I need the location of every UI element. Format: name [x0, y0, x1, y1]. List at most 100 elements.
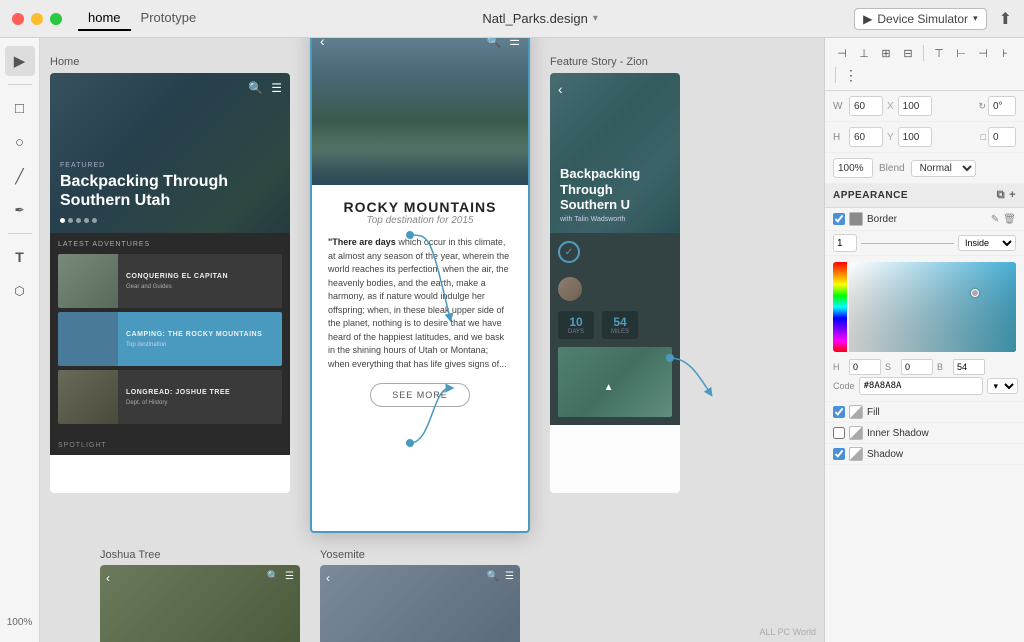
- dist-icon-3[interactable]: ⊣: [974, 44, 992, 62]
- copy-appearance-button[interactable]: ⧉: [997, 189, 1005, 202]
- hex-input[interactable]: [859, 377, 983, 395]
- latest-adventures-label: LATEST ADVENTURES: [58, 241, 282, 248]
- avatar: [558, 277, 582, 301]
- hero-dots: [60, 218, 280, 223]
- bright-input[interactable]: [953, 359, 985, 375]
- color-spectrum[interactable]: [833, 262, 1016, 352]
- sat-input[interactable]: [901, 359, 933, 375]
- yosemite-artboard[interactable]: ‹ 🔍 ☰: [320, 565, 520, 642]
- blend-label: Blend: [879, 163, 905, 174]
- latest-nav: ‹ 🔍 ☰: [320, 38, 520, 49]
- adventure-item-2[interactable]: CAMPING: THE ROCKY MOUNTAINS Top destina…: [58, 312, 282, 366]
- color-format-select[interactable]: ▾: [987, 378, 1018, 394]
- inner-shadow-checkbox[interactable]: [833, 427, 845, 439]
- back-icon-yosemite[interactable]: ‹: [326, 571, 330, 585]
- adventure-info-2: CAMPING: THE ROCKY MOUNTAINS Top destina…: [118, 312, 282, 366]
- dot-4: [84, 218, 89, 223]
- back-icon[interactable]: ‹: [320, 38, 325, 49]
- tabs-area: home Prototype: [78, 6, 206, 31]
- hue-input[interactable]: [849, 359, 881, 375]
- search-icon-yosemite[interactable]: 🔍: [487, 571, 499, 585]
- adventure-item-1[interactable]: CONQUERING EL CAPITAN Gear and Guides: [58, 254, 282, 308]
- align-icon-2[interactable]: ⊥: [855, 44, 873, 62]
- shadow-row: Shadow: [825, 444, 1024, 465]
- zoom-label: 100%: [7, 617, 33, 634]
- thumb-2: [58, 312, 118, 366]
- canvas-area[interactable]: Home 🔍 ☰ FEATURED Backpacking Through So…: [40, 38, 824, 642]
- x-input[interactable]: [898, 96, 932, 116]
- rotation-input[interactable]: [988, 96, 1016, 116]
- select-tool[interactable]: ▶: [5, 46, 35, 76]
- opacity-input[interactable]: [833, 158, 873, 178]
- tab-design[interactable]: home: [78, 6, 131, 31]
- align-icon-1[interactable]: ⊣: [833, 44, 851, 62]
- tab-prototype[interactable]: Prototype: [131, 6, 207, 31]
- line-tool[interactable]: ╱: [5, 161, 35, 191]
- export-button[interactable]: ⬆: [999, 9, 1012, 29]
- menu-icon-joshua[interactable]: ☰: [285, 571, 294, 585]
- close-button[interactable]: [12, 13, 24, 25]
- fill-checkbox[interactable]: [833, 406, 845, 418]
- dot-3: [76, 218, 81, 223]
- border-checkbox[interactable]: [833, 213, 845, 225]
- device-simulator-button[interactable]: ▶ Device Simulator ▾: [854, 8, 986, 30]
- joshua-label: Joshua Tree: [100, 549, 161, 561]
- rotate-icon: ↻: [978, 101, 986, 112]
- joshua-artboard[interactable]: ‹ 🔍 ☰: [100, 565, 300, 642]
- width-input[interactable]: [849, 96, 883, 116]
- edit-border-icon[interactable]: ✎: [991, 214, 999, 225]
- search-icon[interactable]: 🔍: [248, 81, 263, 95]
- shape-tool[interactable]: ⬡: [5, 276, 35, 306]
- feature-artboard-frame[interactable]: ‹ Backpacking Through Southern U with Ta…: [550, 73, 680, 493]
- adventures-section: LATEST ADVENTURES CONQUERING EL CAPITAN …: [50, 233, 290, 436]
- rocky-title: ROCKY MOUNTAINS: [328, 199, 512, 215]
- inner-shadow-swatch[interactable]: [849, 426, 863, 440]
- latest-artboard-frame[interactable]: ‹ 🔍 ☰ ROCKY MOUNTAINS Top de: [310, 38, 530, 533]
- pen-tool[interactable]: ✒: [5, 195, 35, 225]
- align-icon-4[interactable]: ⊟: [899, 44, 917, 62]
- toolbar-sep-2: [835, 67, 836, 83]
- shadow-checkbox[interactable]: [833, 448, 845, 460]
- align-icon-3[interactable]: ⊞: [877, 44, 895, 62]
- height-input[interactable]: [849, 127, 883, 147]
- border-width-input[interactable]: [833, 234, 857, 252]
- menu-icon-yosemite[interactable]: ☰: [505, 571, 514, 585]
- circle-tool[interactable]: ○: [5, 127, 35, 157]
- add-appearance-button[interactable]: +: [1009, 189, 1016, 202]
- adv-title-1: CONQUERING EL CAPITAN: [126, 272, 274, 281]
- y-input[interactable]: [898, 127, 932, 147]
- home-label: Home: [50, 56, 79, 68]
- back-icon-joshua[interactable]: ‹: [106, 571, 110, 585]
- chevron-down-icon: ▾: [593, 13, 598, 24]
- border-type-select[interactable]: Inside Outside Center: [958, 235, 1016, 251]
- delete-border-icon[interactable]: 🗑: [1003, 214, 1016, 225]
- menu-icon-latest[interactable]: ☰: [509, 38, 520, 48]
- file-name: Natl_Parks.design: [482, 11, 588, 26]
- hue-strip[interactable]: [833, 262, 847, 352]
- adventure-item-3[interactable]: LONGREAD: JOSHUE TREE Dept. of History: [58, 370, 282, 424]
- border-color-swatch[interactable]: [849, 212, 863, 226]
- dist-icon-1[interactable]: ⊤: [930, 44, 948, 62]
- more-options-icon[interactable]: ⋮: [842, 66, 860, 84]
- corner-input[interactable]: [988, 127, 1016, 147]
- text-tool[interactable]: T: [5, 242, 35, 272]
- thumb-3: [58, 370, 118, 424]
- menu-icon[interactable]: ☰: [271, 81, 282, 95]
- maximize-button[interactable]: [50, 13, 62, 25]
- back-icon-feature[interactable]: ‹: [558, 81, 563, 97]
- latest-hero: ‹ 🔍 ☰: [312, 38, 528, 185]
- blend-select[interactable]: Normal Multiply Screen Overlay: [911, 160, 976, 177]
- rectangle-tool[interactable]: □: [5, 93, 35, 123]
- shadow-swatch[interactable]: [849, 447, 863, 461]
- feature-details: ✓ 10 DAYS 54 MILES: [550, 233, 680, 425]
- home-artboard-frame[interactable]: 🔍 ☰ FEATURED Backpacking Through Souther…: [50, 73, 290, 493]
- dist-icon-2[interactable]: ⊢: [952, 44, 970, 62]
- saturation-area[interactable]: [849, 262, 1016, 352]
- search-icon-joshua[interactable]: 🔍: [267, 571, 279, 585]
- search-icon-latest[interactable]: 🔍: [486, 38, 501, 48]
- see-more-button[interactable]: SEE MORE: [370, 383, 470, 407]
- traffic-lights: [12, 13, 62, 25]
- dist-icon-4[interactable]: ⊦: [996, 44, 1014, 62]
- minimize-button[interactable]: [31, 13, 43, 25]
- fill-swatch[interactable]: [849, 405, 863, 419]
